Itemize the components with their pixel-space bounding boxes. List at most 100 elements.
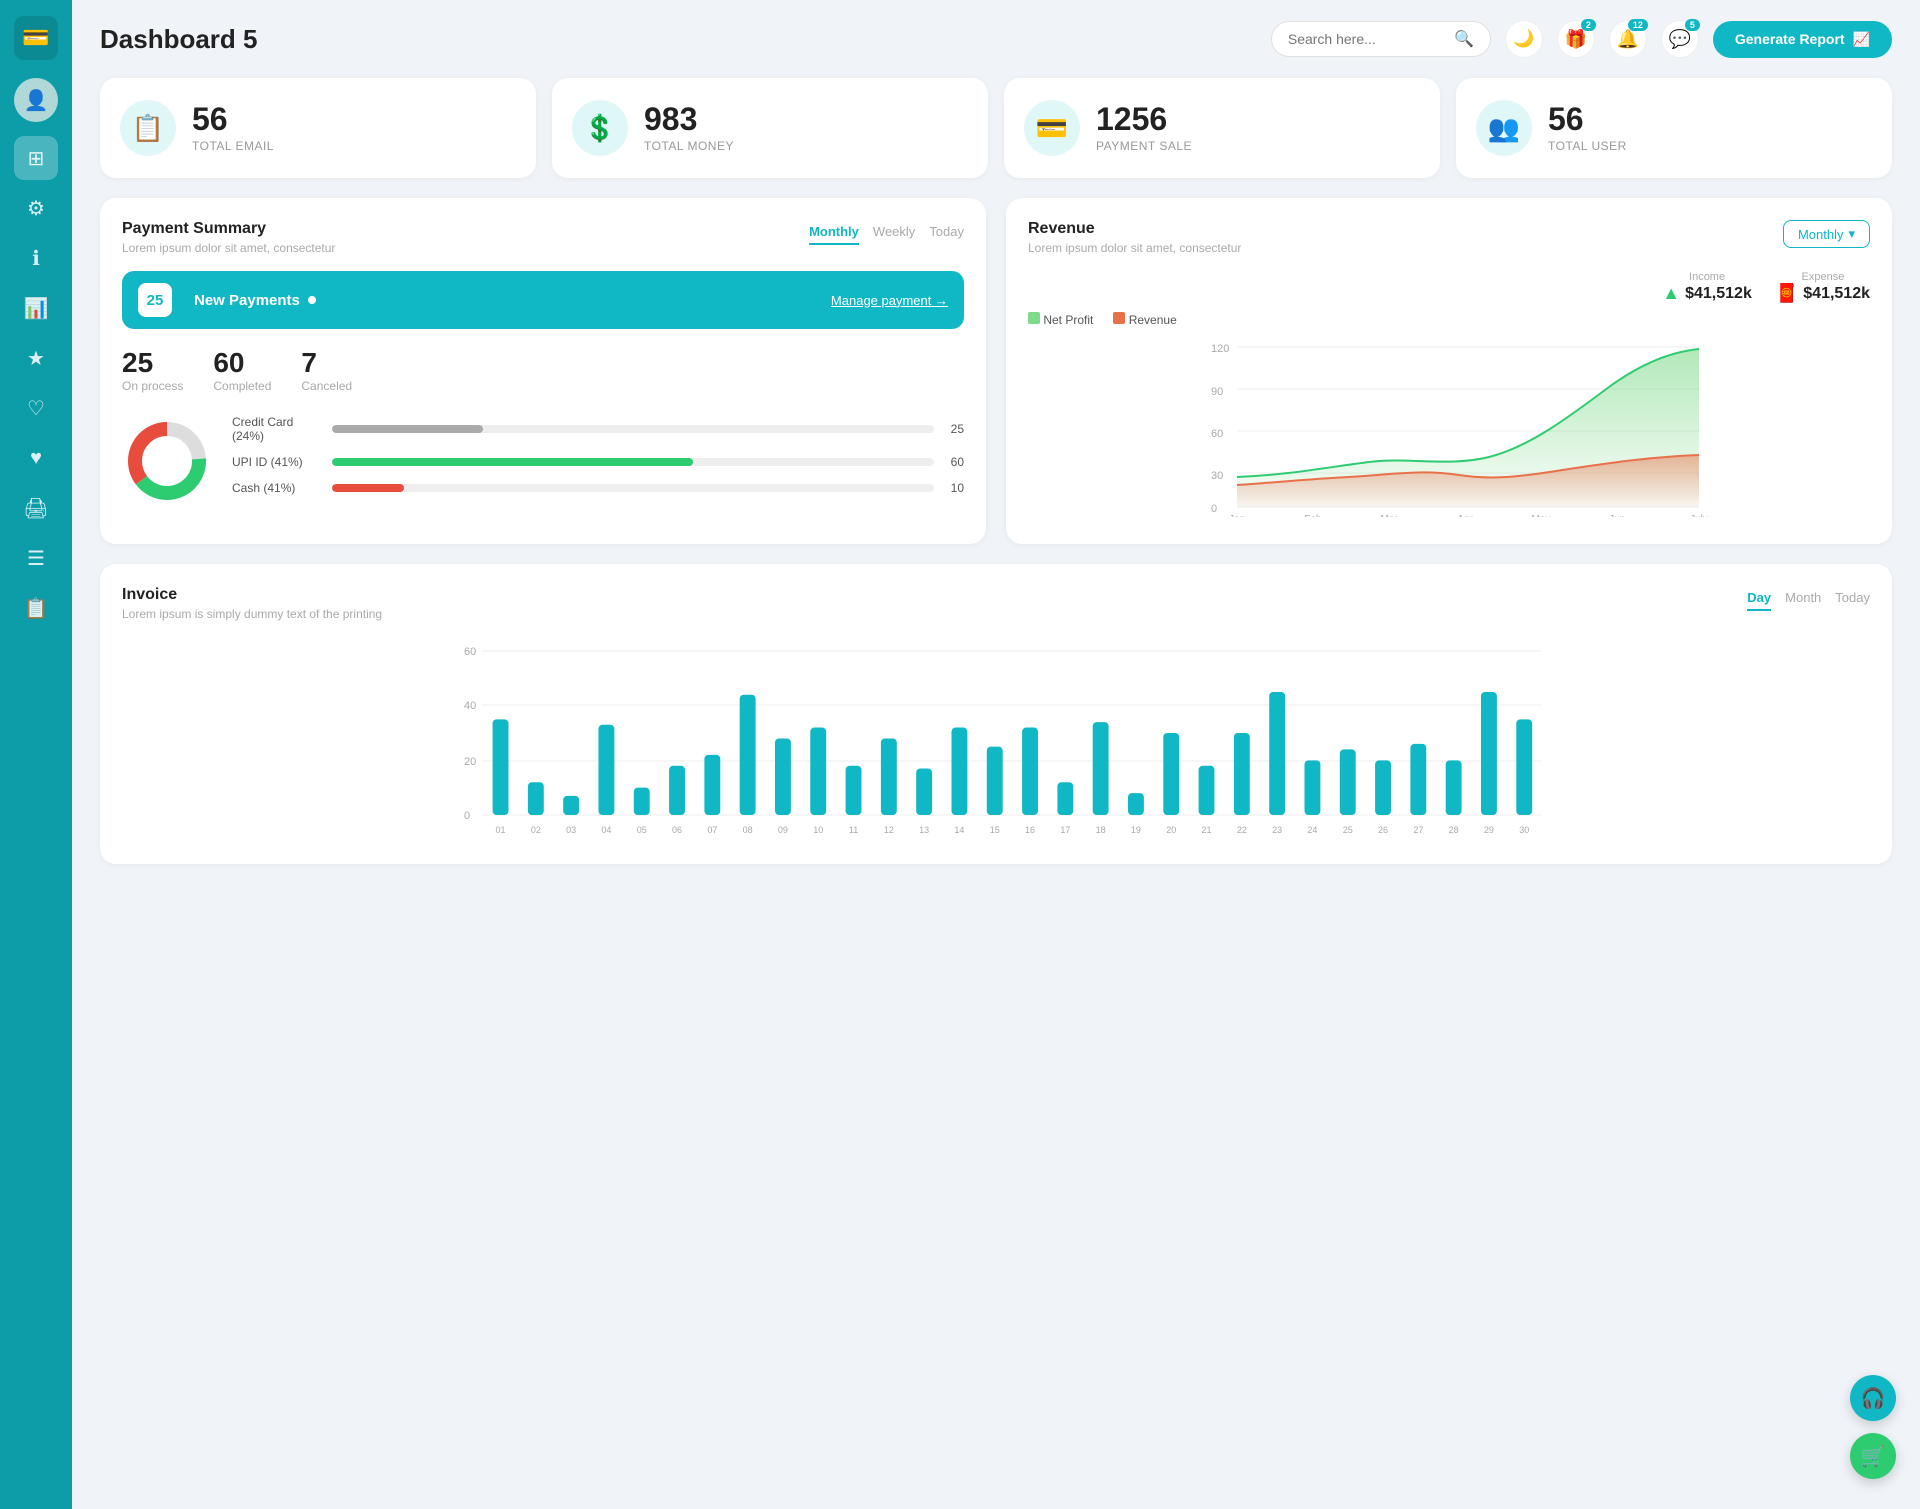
money-stat-number: 983: [644, 103, 734, 135]
messages-button[interactable]: 💬 5: [1661, 20, 1699, 58]
income-label: Income: [1662, 271, 1752, 283]
cart-icon: 🛒: [1861, 1444, 1886, 1469]
svg-text:09: 09: [778, 825, 788, 835]
payment-stat-label: PAYMENT SALE: [1096, 139, 1192, 153]
gift-badge: 2: [1581, 19, 1596, 31]
sidebar-logo[interactable]: 💳: [14, 16, 58, 60]
svg-text:0: 0: [1211, 503, 1217, 515]
svg-text:19: 19: [1131, 825, 1141, 835]
stat-card-payment: 💳 1256 PAYMENT SALE: [1004, 78, 1440, 178]
bar-item: [634, 788, 650, 815]
invoice-titles: Invoice Lorem ipsum is simply dummy text…: [122, 586, 382, 621]
svg-text:13: 13: [919, 825, 929, 835]
bar-item: [951, 728, 967, 815]
stat-card-money: 💲 983 TOTAL MONEY: [552, 78, 988, 178]
info-icon: ℹ: [32, 246, 40, 271]
revenue-dropdown[interactable]: Monthly ▾: [1783, 220, 1870, 248]
sidebar-item-report[interactable]: 📋: [14, 586, 58, 630]
credit-card-label: Credit Card (24%): [232, 415, 322, 443]
svg-text:May: May: [1532, 514, 1551, 517]
svg-text:11: 11: [849, 825, 858, 835]
revenue-panel-header: Revenue Lorem ipsum dolor sit amet, cons…: [1028, 220, 1870, 255]
bar-item: [598, 725, 614, 815]
invoice-panel-header: Invoice Lorem ipsum is simply dummy text…: [122, 586, 1870, 621]
svg-text:27: 27: [1413, 825, 1423, 835]
svg-text:60: 60: [1211, 428, 1223, 440]
bar-item: [1163, 733, 1179, 815]
sidebar-item-analytics[interactable]: 📊: [14, 286, 58, 330]
report-icon: 📋: [24, 596, 49, 621]
support-fab[interactable]: 🎧: [1850, 1375, 1896, 1421]
search-box[interactable]: 🔍: [1271, 21, 1491, 57]
analytics-icon: 📊: [24, 296, 49, 321]
cash-label: Cash (41%): [232, 481, 322, 495]
progress-item-creditcard: Credit Card (24%) 25: [232, 415, 964, 443]
payment-chart-section: Credit Card (24%) 25 UPI ID (41%) 60: [122, 415, 964, 507]
sidebar-item-print[interactable]: 🖨: [14, 486, 58, 530]
new-payments-left: 25 New Payments: [138, 283, 316, 317]
invoice-sub: Lorem ipsum is simply dummy text of the …: [122, 607, 382, 621]
revenue-titles: Revenue Lorem ipsum dolor sit amet, cons…: [1028, 220, 1241, 255]
bar-item: [1481, 692, 1497, 815]
tab-today-invoice[interactable]: Today: [1835, 586, 1870, 611]
search-input[interactable]: [1288, 31, 1446, 47]
payment-summary-panel: Payment Summary Lorem ipsum dolor sit am…: [100, 198, 986, 544]
expense-icon: 🧧: [1776, 283, 1798, 304]
bar-item: [740, 695, 756, 815]
tab-day-invoice[interactable]: Day: [1747, 586, 1771, 611]
tab-weekly-payment[interactable]: Weekly: [873, 220, 915, 245]
star-icon: ★: [27, 346, 45, 371]
bar-item: [704, 755, 720, 815]
moon-icon: 🌙: [1513, 29, 1534, 49]
payment-panel-title: Payment Summary: [122, 220, 335, 238]
settings-icon: ⚙: [27, 196, 45, 221]
cart-fab[interactable]: 🛒: [1850, 1433, 1896, 1479]
donut-svg: [122, 416, 212, 506]
svg-text:Mar: Mar: [1380, 514, 1398, 517]
bar-item: [1057, 782, 1073, 815]
sidebar-item-dashboard[interactable]: ⊞: [14, 136, 58, 180]
sidebar-item-settings[interactable]: ⚙: [14, 186, 58, 230]
list-icon: ☰: [27, 546, 45, 571]
tab-month-invoice[interactable]: Month: [1785, 586, 1821, 611]
search-icon: 🔍: [1454, 29, 1474, 49]
upi-bar: [332, 458, 693, 466]
manage-payment-link[interactable]: Manage payment →: [831, 293, 948, 308]
revenue-legend: Revenue: [1113, 312, 1176, 327]
sidebar-item-favorites[interactable]: ★: [14, 336, 58, 380]
bar-item: [1304, 760, 1320, 815]
bell-button[interactable]: 🔔 12: [1609, 20, 1647, 58]
credit-card-val: 25: [944, 422, 964, 436]
svg-text:22: 22: [1237, 825, 1247, 835]
bar-item: [493, 719, 509, 815]
svg-text:20: 20: [1166, 825, 1176, 835]
dark-mode-toggle[interactable]: 🌙: [1505, 20, 1543, 58]
upi-val: 60: [944, 455, 964, 469]
sidebar-item-list[interactable]: ☰: [14, 536, 58, 580]
svg-text:Feb: Feb: [1304, 514, 1322, 517]
credit-card-bar: [332, 425, 483, 433]
progress-item-cash: Cash (41%) 10: [232, 481, 964, 495]
expense-stat: Expense 🧧 $41,512k: [1776, 271, 1870, 304]
user-avatar[interactable]: 👤: [14, 78, 58, 122]
heart-filled-icon: ♥: [30, 447, 42, 470]
money-stat-label: TOTAL MONEY: [644, 139, 734, 153]
svg-text:08: 08: [743, 825, 753, 835]
email-stat-number: 56: [192, 103, 274, 135]
svg-text:17: 17: [1060, 825, 1070, 835]
tab-today-payment[interactable]: Today: [929, 220, 964, 245]
sidebar-item-wishlist[interactable]: ♡: [14, 386, 58, 430]
bar-item: [1446, 760, 1462, 815]
heart-outline-icon: ♡: [27, 396, 45, 421]
revenue-dot: [1113, 312, 1125, 324]
tab-monthly-payment[interactable]: Monthly: [809, 220, 859, 245]
sidebar-item-info[interactable]: ℹ: [14, 236, 58, 280]
svg-text:Jan: Jan: [1229, 514, 1245, 517]
svg-text:26: 26: [1378, 825, 1388, 835]
main-content: Dashboard 5 🔍 🌙 🎁 2 🔔 12 💬 5 Gen: [72, 0, 1920, 1509]
sidebar-item-liked[interactable]: ♥: [14, 436, 58, 480]
generate-report-button[interactable]: Generate Report 📈: [1713, 21, 1892, 58]
bar-item: [1516, 719, 1532, 815]
cash-bar-wrap: [332, 484, 934, 492]
gift-button[interactable]: 🎁 2: [1557, 20, 1595, 58]
